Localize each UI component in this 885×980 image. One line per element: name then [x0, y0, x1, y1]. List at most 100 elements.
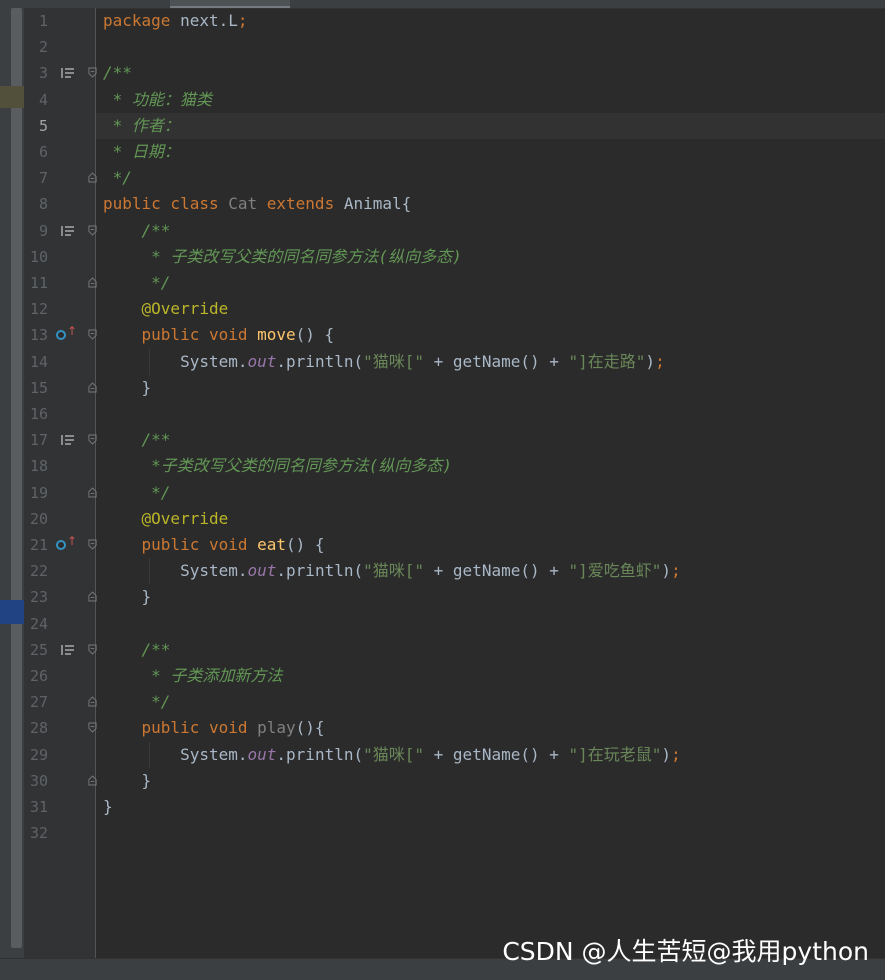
code-line[interactable]: } [96, 375, 885, 401]
line-number[interactable]: 11 [24, 270, 48, 296]
current-code-line[interactable]: * 作者： [96, 112, 885, 139]
code-text: */ [103, 480, 170, 506]
line-number[interactable]: 10 [24, 244, 48, 270]
code-line[interactable]: public void eat() { [96, 532, 885, 558]
code-line[interactable]: @Override [96, 296, 885, 322]
gutter-row: 22 [24, 558, 95, 584]
code-token: System. [103, 351, 248, 371]
rendered-doc-icon[interactable] [61, 225, 74, 236]
line-number[interactable]: 8 [24, 191, 48, 217]
code-token: /** [141, 220, 171, 240]
line-number[interactable]: 6 [24, 139, 48, 165]
code-line[interactable]: public void play(){ [96, 715, 885, 741]
code-text: @Override [103, 506, 229, 532]
rendered-doc-icon[interactable] [61, 68, 74, 79]
line-number[interactable]: 16 [24, 401, 48, 427]
code-token: } [103, 377, 152, 397]
line-number[interactable]: 27 [24, 689, 48, 715]
line-number[interactable]: 7 [24, 165, 48, 191]
code-line[interactable] [96, 34, 885, 60]
line-number[interactable]: 28 [24, 715, 48, 741]
code-line[interactable]: * 日期： [96, 139, 885, 165]
code-line[interactable]: * 功能：猫类 [96, 87, 885, 113]
code-line[interactable]: * 子类添加新方法 [96, 663, 885, 689]
line-number[interactable]: 29 [24, 742, 48, 768]
code-line[interactable]: public class Cat extends Animal{ [96, 191, 885, 217]
gutter-row: 9 [24, 218, 97, 244]
code-line[interactable] [96, 401, 885, 427]
code-line[interactable]: */ [96, 270, 885, 296]
line-number[interactable]: 14 [24, 349, 48, 375]
line-number-gutter: 1 2 3 4 5 6 7 8 9 10 11 12 13 ↑ 14 15 16 17 18 19 20 21 ↑ 22 23 2… [24, 8, 97, 958]
code-line[interactable]: System.out.println("猫咪[" + getName() + "… [96, 742, 885, 768]
code-token: out [247, 744, 277, 764]
line-number[interactable]: 23 [24, 584, 48, 610]
line-number[interactable]: 2 [24, 34, 48, 60]
code-line[interactable]: /** [96, 427, 885, 453]
code-line[interactable]: } [96, 768, 885, 794]
code-token: public void [141, 325, 258, 345]
code-token: "猫咪[" [363, 561, 434, 581]
line-number[interactable]: 12 [24, 296, 48, 322]
line-number[interactable]: 19 [24, 480, 48, 506]
override-method-icon[interactable]: ↑ [56, 535, 77, 551]
code-line[interactable]: package next.L; [96, 8, 885, 34]
code-line[interactable]: /** [96, 218, 885, 244]
code-text: * 子类添加新方法 [103, 663, 282, 689]
active-editor-tab[interactable] [170, 0, 290, 8]
gutter-row: 10 [24, 244, 95, 270]
line-number[interactable]: 15 [24, 375, 48, 401]
code-line[interactable]: System.out.println("猫咪[" + getName() + "… [96, 558, 885, 584]
line-number[interactable]: 5 [24, 113, 48, 139]
line-number[interactable]: 9 [24, 218, 48, 244]
code-line[interactable]: System.out.println("猫咪[" + getName() + "… [96, 349, 885, 375]
line-number[interactable]: 1 [24, 8, 48, 34]
line-number[interactable]: 22 [24, 558, 48, 584]
line-number[interactable]: 20 [24, 506, 48, 532]
line-number[interactable]: 26 [24, 663, 48, 689]
code-line[interactable]: public void move() { [96, 322, 885, 348]
indent-guide [149, 348, 150, 375]
code-line[interactable]: * 子类改写父类的同名同参方法(纵向多态) [96, 244, 885, 270]
code-line[interactable] [96, 611, 885, 637]
code-line[interactable]: } [96, 794, 885, 820]
code-token: "猫咪[" [363, 744, 434, 764]
code-token: public void [141, 535, 258, 554]
line-number[interactable]: 13 [24, 322, 48, 348]
rendered-doc-icon[interactable] [61, 644, 74, 655]
line-number[interactable]: 3 [24, 60, 48, 86]
line-number[interactable]: 30 [24, 768, 48, 794]
line-number[interactable]: 25 [24, 637, 48, 663]
gutter-row: 29 [24, 742, 95, 768]
code-line[interactable] [96, 820, 885, 846]
code-token: .println( [276, 744, 364, 764]
scrollbar-track[interactable] [11, 8, 22, 948]
override-method-icon[interactable]: ↑ [56, 325, 77, 341]
line-number[interactable]: 17 [24, 427, 48, 453]
line-number[interactable]: 4 [24, 87, 48, 113]
code-line[interactable]: /** [96, 637, 885, 663]
code-line[interactable]: /** [96, 60, 885, 86]
line-number[interactable]: 32 [24, 820, 48, 846]
code-line[interactable]: @Override [96, 506, 885, 532]
code-token: } [103, 797, 113, 816]
code-text: } [103, 768, 152, 794]
code-editor[interactable]: package next.L; /** * 功能：猫类 * 作者： * 日期： *… [96, 8, 885, 958]
code-line[interactable]: *子类改写父类的同名同参方法(纵向多态) [96, 453, 885, 479]
code-token: @Override [141, 299, 229, 319]
code-line[interactable]: */ [96, 689, 885, 715]
line-number[interactable]: 21 [24, 532, 48, 558]
code-token: /** [103, 63, 132, 83]
code-line[interactable]: } [96, 584, 885, 610]
line-number[interactable]: 24 [24, 611, 48, 637]
line-number[interactable]: 18 [24, 453, 48, 479]
code-line[interactable]: */ [96, 480, 885, 506]
rendered-doc-icon[interactable] [61, 435, 74, 446]
code-line[interactable]: */ [96, 165, 885, 191]
line-number[interactable]: 31 [24, 794, 48, 820]
code-text: System.out.println("猫咪[" + getName() + "… [103, 558, 681, 584]
gutter-row: 12 [24, 296, 95, 322]
